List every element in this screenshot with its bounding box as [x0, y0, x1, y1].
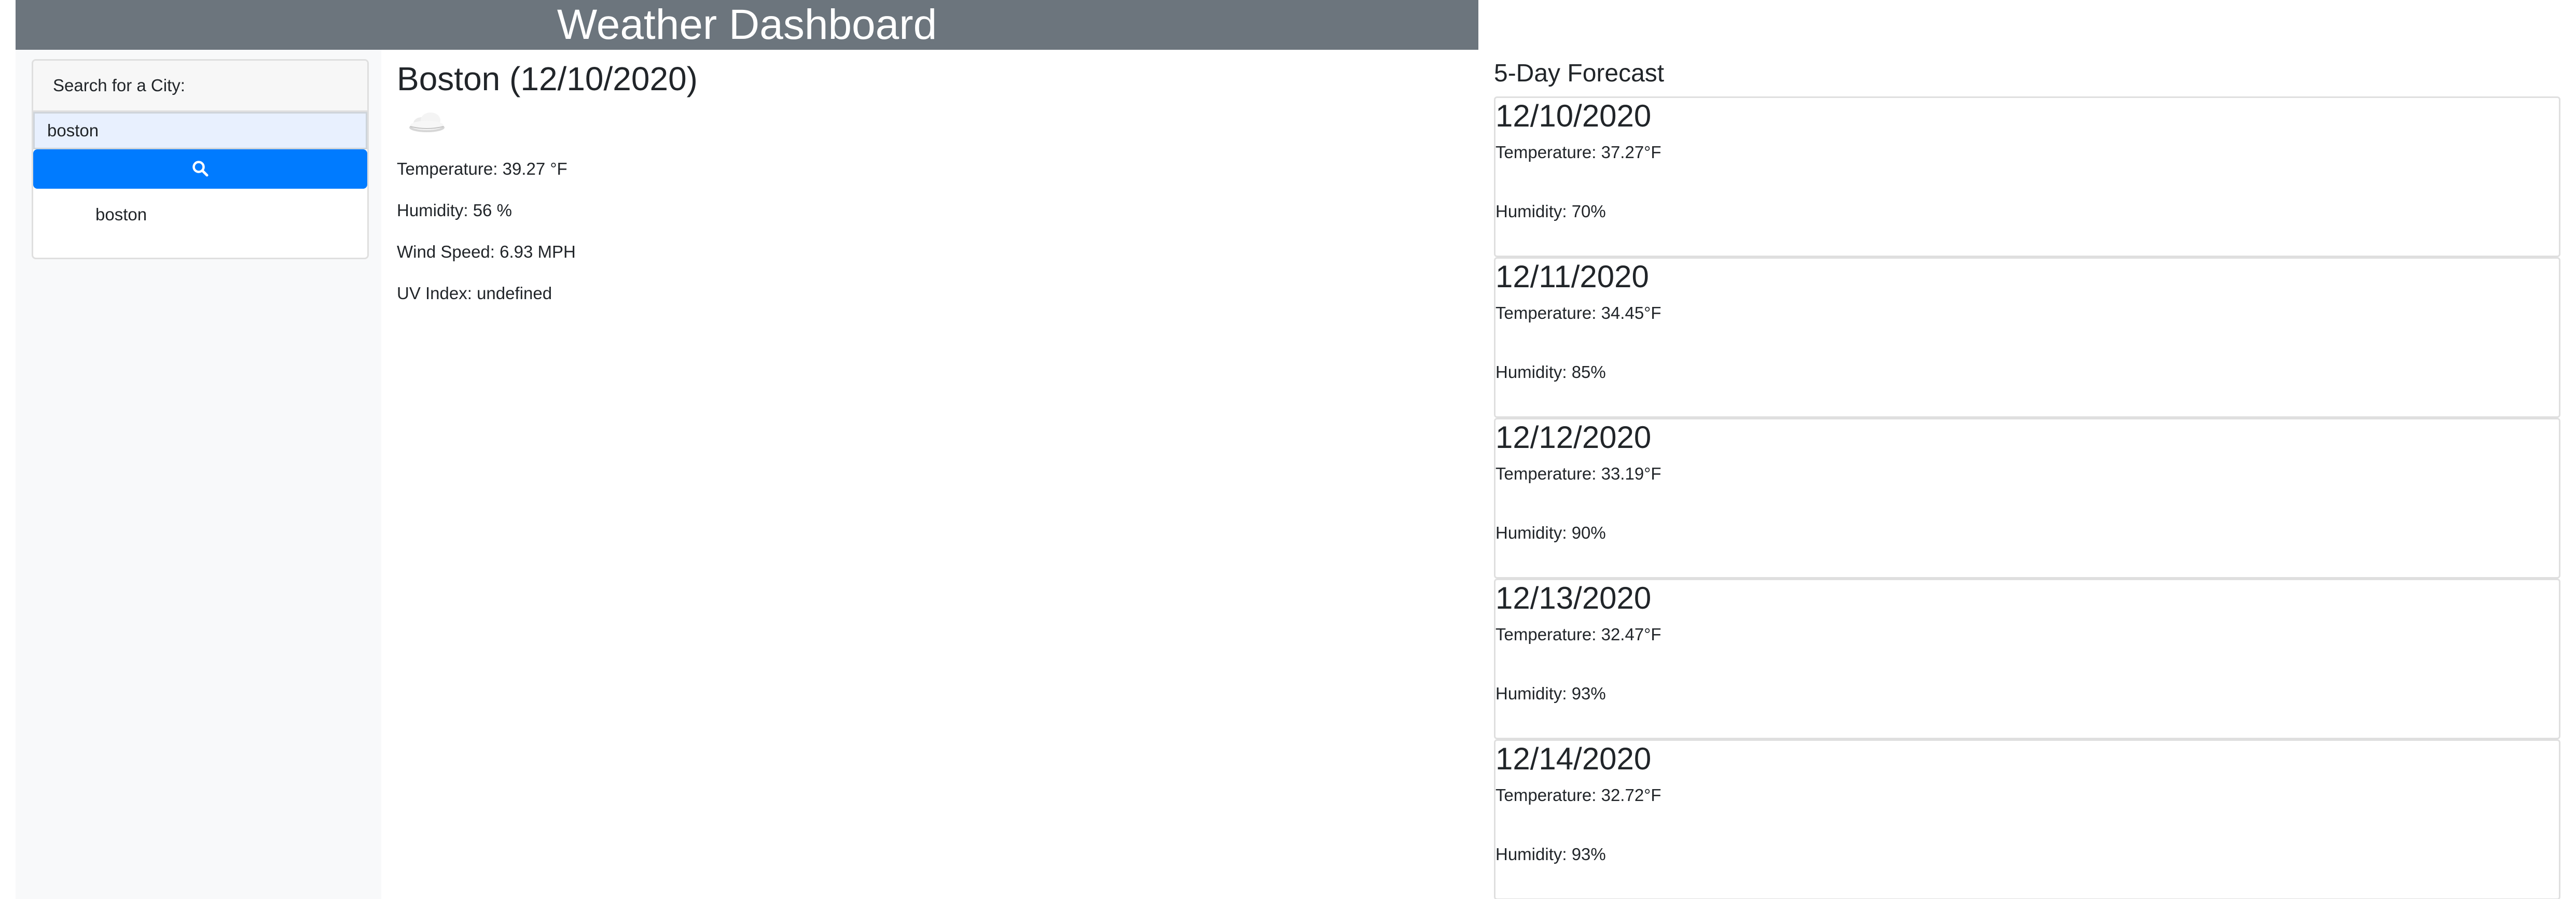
- forecast-humidity: Humidity: 93%: [1495, 845, 1606, 864]
- cloud-icon: [406, 108, 448, 136]
- forecast-humidity: Humidity: 93%: [1495, 684, 1606, 703]
- search-label: Search for a City:: [33, 61, 367, 112]
- search-card: Search for a City: boston: [32, 59, 369, 259]
- forecast-title: 5-Day Forecast: [1494, 60, 1665, 87]
- forecast-card: 12/14/2020 Temperature: 32.72°F Humidity…: [1494, 739, 2560, 899]
- current-wind-speed: Wind Speed: 6.93 MPH: [397, 242, 576, 261]
- search-button[interactable]: [33, 149, 367, 189]
- app-header: Weather Dashboard: [16, 0, 1478, 50]
- forecast-date: 12/10/2020: [1495, 99, 1652, 133]
- forecast-date: 12/11/2020: [1495, 259, 1649, 294]
- current-uv-index: UV Index: undefined: [397, 284, 552, 303]
- forecast-temperature: Temperature: 34.45°F: [1495, 303, 1661, 322]
- forecast-card: 12/12/2020 Temperature: 33.19°F Humidity…: [1494, 418, 2560, 579]
- search-history-item[interactable]: boston: [33, 189, 367, 241]
- search-history-list: boston: [33, 189, 367, 241]
- forecast-card: 12/11/2020 Temperature: 34.45°F Humidity…: [1494, 257, 2560, 418]
- forecast-humidity: Humidity: 85%: [1495, 362, 1606, 382]
- forecast-date: 12/14/2020: [1495, 741, 1652, 776]
- current-city-title: Boston (12/10/2020): [397, 60, 698, 97]
- forecast-card: 12/13/2020 Temperature: 32.47°F Humidity…: [1494, 579, 2560, 739]
- forecast-temperature: Temperature: 33.19°F: [1495, 464, 1661, 483]
- forecast-date: 12/13/2020: [1495, 581, 1652, 615]
- sidebar: Search for a City: boston: [16, 50, 381, 899]
- page-title: Weather Dashboard: [557, 1, 937, 48]
- forecast-temperature: Temperature: 32.47°F: [1495, 625, 1661, 644]
- forecast-humidity: Humidity: 90%: [1495, 523, 1606, 542]
- forecast-section: 5-Day Forecast 12/10/2020 Temperature: 3…: [1494, 57, 2560, 899]
- city-search-input[interactable]: [33, 112, 367, 149]
- search-icon: [191, 160, 209, 179]
- current-humidity: Humidity: 56 %: [397, 201, 512, 220]
- current-temperature: Temperature: 39.27 °F: [397, 159, 567, 178]
- forecast-temperature: Temperature: 37.27°F: [1495, 143, 1661, 162]
- forecast-temperature: Temperature: 32.72°F: [1495, 785, 1661, 805]
- forecast-humidity: Humidity: 70%: [1495, 202, 1606, 221]
- current-weather-panel: Boston (12/10/2020) Temperature: 39.27 °…: [381, 50, 1478, 899]
- forecast-date: 12/12/2020: [1495, 420, 1652, 455]
- forecast-card: 12/10/2020 Temperature: 37.27°F Humidity…: [1494, 96, 2560, 257]
